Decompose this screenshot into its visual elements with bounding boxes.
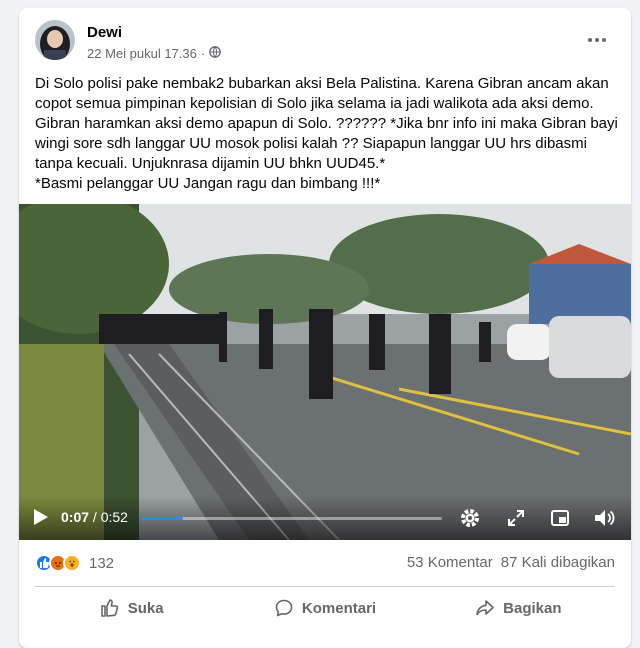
- progress-bar[interactable]: [142, 517, 442, 520]
- post-header: Dewi 22 Mei pukul 17.36 ·: [35, 20, 615, 64]
- share-icon: [476, 600, 494, 616]
- divider: [35, 586, 615, 587]
- share-count[interactable]: 87 Kali dibagikan: [501, 554, 615, 571]
- comment-button[interactable]: Komentari: [228, 590, 421, 626]
- more-dot-icon: [588, 38, 592, 42]
- like-button[interactable]: Suka: [35, 590, 228, 626]
- comment-icon: [275, 599, 293, 617]
- video-time: 0:07 / 0:52: [61, 509, 128, 525]
- post-text: Di Solo polisi pake nembak2 bubarkan aks…: [35, 75, 618, 192]
- thumbs-up-icon: [100, 599, 119, 617]
- video-frame: [19, 204, 631, 540]
- reaction-count: 132: [89, 554, 115, 572]
- post-meta: 22 Mei pukul 17.36 ·: [87, 46, 222, 61]
- volume-icon[interactable]: [593, 507, 615, 529]
- more-dot-icon: [602, 38, 606, 42]
- share-label: Bagikan: [503, 599, 562, 617]
- author-name[interactable]: Dewi: [87, 24, 122, 41]
- comment-count[interactable]: 53 Komentar: [407, 554, 493, 571]
- avatar[interactable]: [35, 20, 75, 60]
- post-timestamp[interactable]: 22 Mei pukul 17.36: [87, 46, 197, 61]
- post-card: Dewi 22 Mei pukul 17.36 · Di Solo polisi…: [19, 8, 631, 648]
- time-separator: /: [92, 509, 97, 525]
- video-player[interactable]: 0:07 / 0:52: [19, 204, 631, 540]
- meta-separator: ·: [200, 46, 206, 61]
- action-bar: Suka Komentari Bagikan: [35, 590, 615, 626]
- globe-icon: [209, 46, 222, 61]
- progress-fill: [142, 517, 183, 520]
- settings-icon[interactable]: [459, 507, 481, 529]
- engagement-counts: 53 Komentar 87 Kali dibagikan: [407, 554, 615, 571]
- play-icon[interactable]: [33, 508, 49, 526]
- comment-label: Komentari: [301, 599, 377, 617]
- more-options-button[interactable]: [585, 28, 609, 52]
- current-time: 0:07: [61, 509, 90, 525]
- post-stats: 132 53 Komentar 87 Kali dibagikan: [35, 550, 615, 578]
- picture-in-picture-icon[interactable]: [549, 507, 571, 529]
- wow-reaction-icon: [63, 554, 81, 572]
- reactions-summary[interactable]: 132: [35, 554, 114, 572]
- video-controls: 0:07 / 0:52: [19, 496, 631, 540]
- like-label: Suka: [127, 599, 164, 617]
- fullscreen-icon[interactable]: [505, 507, 527, 529]
- more-dot-icon: [595, 38, 599, 42]
- share-button[interactable]: Bagikan: [422, 590, 615, 626]
- duration: 0:52: [100, 509, 128, 525]
